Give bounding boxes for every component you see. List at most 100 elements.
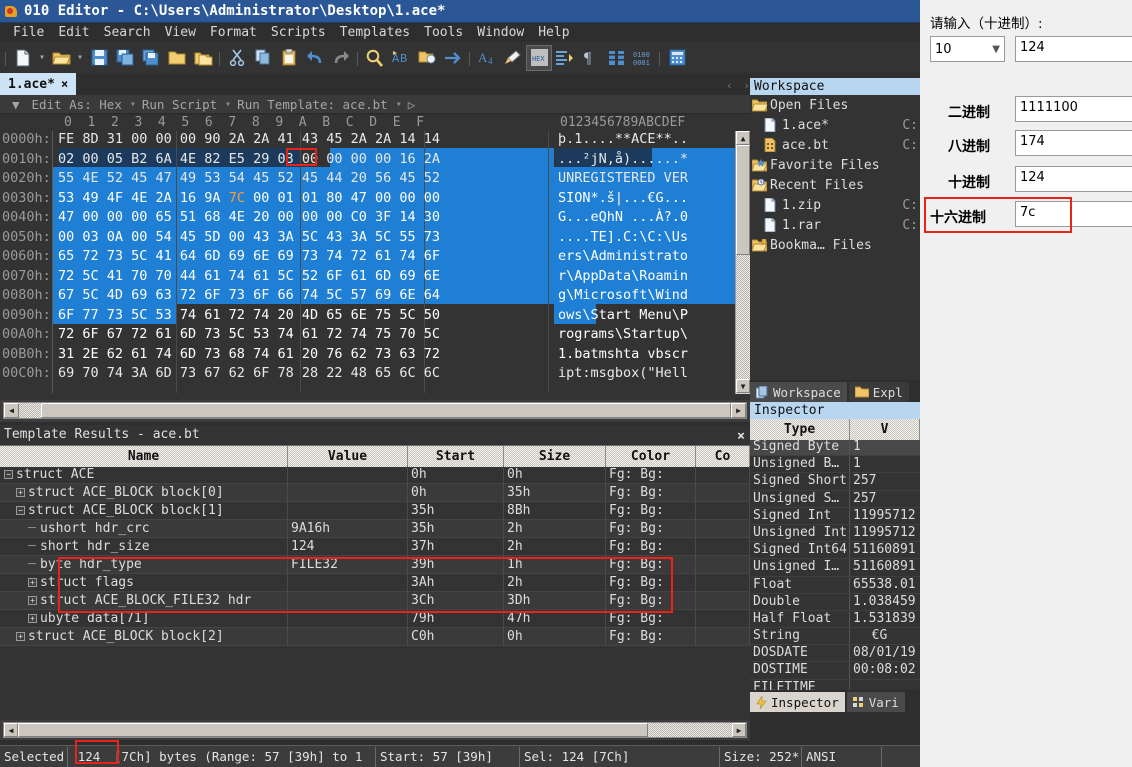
template-scroll-thumb[interactable] [18, 723, 648, 737]
inspector-row[interactable]: Signed Short257 [750, 473, 920, 490]
run-play-button[interactable]: ▷ [402, 97, 422, 112]
template-row-name[interactable]: +struct flags [0, 574, 288, 592]
inspector-row-value[interactable]: €G [850, 628, 920, 644]
expand-icon[interactable]: + [28, 578, 37, 587]
expand-icon[interactable]: + [16, 488, 25, 497]
hex-row[interactable]: 0000h:FE 8D 31 00 00 00 90 2A 2A 41 43 4… [0, 131, 750, 151]
inspector-row-value[interactable]: 51160891 [850, 559, 920, 575]
hex-row[interactable]: 0070h:72 5C 41 70 70 44 61 74 61 5C 52 6… [0, 268, 750, 288]
template-row-comment[interactable] [696, 502, 750, 520]
hex-row[interactable]: 0030h:53 49 4F 4E 2A 16 9A 7C 00 01 01 8… [0, 190, 750, 210]
workspace-item-recent-files[interactable]: Recent Files [750, 175, 920, 195]
inspector-row-value[interactable]: 1.038459 [850, 594, 920, 610]
inspector-row[interactable]: DOSTIME00:08:02 [750, 662, 920, 679]
template-row-size[interactable]: 3Dh [504, 592, 606, 610]
table-row[interactable]: +ubyte data[71]79h47hFg: Bg: [0, 610, 750, 628]
workspace-item-bookma-files[interactable]: Bookma… Files [750, 235, 920, 255]
binary-icon[interactable]: 01000001 [630, 45, 656, 71]
tab-nav-arrows[interactable]: ‹ › [726, 79, 752, 92]
hex-row-bytes[interactable]: 72 6F 67 72 61 6D 73 5C 53 74 61 72 74 7… [58, 326, 440, 342]
chevron-down-icon[interactable]: ▾ [36, 52, 48, 63]
hex-row-ascii[interactable]: rograms\Startup\ [558, 326, 688, 342]
template-row-size[interactable]: 8Bh [504, 502, 606, 520]
replace-icon[interactable]: AB [388, 45, 414, 71]
scroll-left-arrow[interactable]: ◀ [4, 403, 19, 418]
hex-row[interactable]: 00C0h:69 70 74 3A 6D 73 67 62 6F 78 28 2… [0, 365, 750, 385]
expand-icon[interactable]: + [16, 632, 25, 641]
open-folder-icon[interactable] [48, 45, 74, 71]
inspector-row[interactable]: DOSDATE08/01/19 [750, 645, 920, 662]
template-row-start[interactable]: 79h [408, 610, 504, 628]
hex-horizontal-scrollbar[interactable]: ◀ ▶ [3, 402, 747, 419]
highlight-icon[interactable] [500, 45, 526, 71]
hex-row[interactable]: 0060h:65 72 73 5C 41 64 6D 69 6E 69 73 7… [0, 248, 750, 268]
inspector-row-value[interactable]: 65538.01 [850, 577, 920, 593]
calculator-icon[interactable] [664, 45, 690, 71]
inspector-column-type[interactable]: Type [750, 419, 850, 440]
template-row-comment[interactable] [696, 610, 750, 628]
hex-row-bytes[interactable]: 55 4E 52 45 47 49 53 54 45 52 45 44 20 5… [58, 170, 440, 186]
hex-byte-highlighted[interactable]: 7C [229, 190, 245, 206]
save-as-icon[interactable] [112, 45, 138, 71]
table-row[interactable]: +struct ACE_BLOCK block[2]C0h0hFg: Bg: [0, 628, 750, 646]
workspace-item-favorite-files[interactable]: Favorite Files [750, 155, 920, 175]
hex-row-ascii[interactable]: ...²jN,å)......* [558, 151, 688, 167]
tab-variables[interactable]: Vari [847, 692, 905, 712]
font-icon[interactable]: A4 [474, 45, 500, 71]
workspace-item-1-rar[interactable]: 1.rarC: [750, 215, 920, 235]
workspace-item-open-files[interactable]: Open Files [750, 95, 920, 115]
hex-row-bytes[interactable]: FE 8D 31 00 00 00 90 2A 2A 41 43 45 2A 2… [58, 131, 440, 147]
scroll-thumb-horizontal[interactable] [41, 403, 731, 418]
decimal-value-field[interactable]: 124 [1015, 166, 1132, 192]
chevron-down-icon-script[interactable]: ▾ [223, 99, 231, 110]
template-row-comment[interactable] [696, 466, 750, 484]
template-row-start[interactable]: 35h [408, 502, 504, 520]
template-row-start[interactable]: 3Ch [408, 592, 504, 610]
tab-inspector[interactable]: Inspector [750, 692, 845, 712]
edit-as-dropdown[interactable]: Edit As: Hex [26, 97, 128, 112]
template-row-comment[interactable] [696, 628, 750, 646]
hex-row[interactable]: 0010h:02 00 05 B2 6A 4E 82 E5 29 03 00 0… [0, 151, 750, 171]
hex-row[interactable]: 0050h:00 03 0A 00 54 45 5D 00 43 3A 5C 4… [0, 229, 750, 249]
hex-collapse-icon[interactable]: ▼ [6, 97, 26, 112]
table-row[interactable]: ─short hdr_size12437h2hFg: Bg: [0, 538, 750, 556]
template-row-value[interactable] [288, 610, 408, 628]
template-row-size[interactable]: 2h [504, 538, 606, 556]
find-icon[interactable] [362, 45, 388, 71]
template-row-start[interactable]: C0h [408, 628, 504, 646]
template-row-value[interactable] [288, 628, 408, 646]
hex-row-ascii[interactable]: g\Microsoft\Wind [558, 287, 688, 303]
template-horizontal-scrollbar[interactable]: ◀ ▶ [3, 722, 747, 738]
inspector-row[interactable]: Half Float1.531839 [750, 611, 920, 628]
hex-row[interactable]: 0090h:6F 77 73 5C 53 74 61 72 74 20 4D 6… [0, 307, 750, 327]
template-row-start[interactable]: 39h [408, 556, 504, 574]
goto-icon[interactable] [440, 45, 466, 71]
scroll-thumb-vertical[interactable] [736, 145, 750, 255]
template-row-size[interactable]: 2h [504, 574, 606, 592]
inspector-row-value[interactable]: 11995712 [850, 508, 920, 524]
hex-row-bytes[interactable]: 00 03 0A 00 54 45 5D 00 43 3A 5C 43 3A 5… [58, 229, 440, 245]
template-row-color[interactable]: Fg: Bg: [606, 592, 696, 610]
template-row-start[interactable]: 3Ah [408, 574, 504, 592]
hex-row-ascii[interactable]: ....TE].C:\C:\Us [558, 229, 688, 245]
inspector-row-value[interactable]: 00:08:02 [850, 662, 920, 678]
hex-view-icon[interactable]: HEX [526, 45, 552, 71]
hex-row-bytes[interactable]: 69 70 74 3A 6D 73 67 62 6F 78 28 22 48 6… [58, 365, 440, 381]
hex-vertical-scrollbar[interactable]: ▲ ▼ [735, 131, 750, 394]
hex-row[interactable]: 0080h:67 5C 4D 69 63 72 6F 73 6F 66 74 5… [0, 287, 750, 307]
template-row-start[interactable]: 35h [408, 520, 504, 538]
document-tab-1ace[interactable]: 1.ace* × [0, 73, 76, 95]
template-row-name[interactable]: +ubyte data[71] [0, 610, 288, 628]
hex-row[interactable]: 0040h:47 00 00 00 65 51 68 4E 20 00 00 0… [0, 209, 750, 229]
template-row-color[interactable]: Fg: Bg: [606, 574, 696, 592]
template-row-size[interactable]: 47h [504, 610, 606, 628]
hex-row-bytes[interactable]: 65 72 73 5C 41 64 6D 69 6E 69 73 74 72 6… [58, 248, 440, 264]
template-row-color[interactable]: Fg: Bg: [606, 502, 696, 520]
expand-icon[interactable]: + [28, 596, 37, 605]
chevron-down-icon-2[interactable]: ▾ [74, 52, 86, 63]
menu-item-tools[interactable]: Tools [417, 25, 470, 40]
open-dir-icon[interactable] [164, 45, 190, 71]
undo-icon[interactable] [302, 45, 328, 71]
template-row-value[interactable] [288, 466, 408, 484]
template-row-comment[interactable] [696, 538, 750, 556]
